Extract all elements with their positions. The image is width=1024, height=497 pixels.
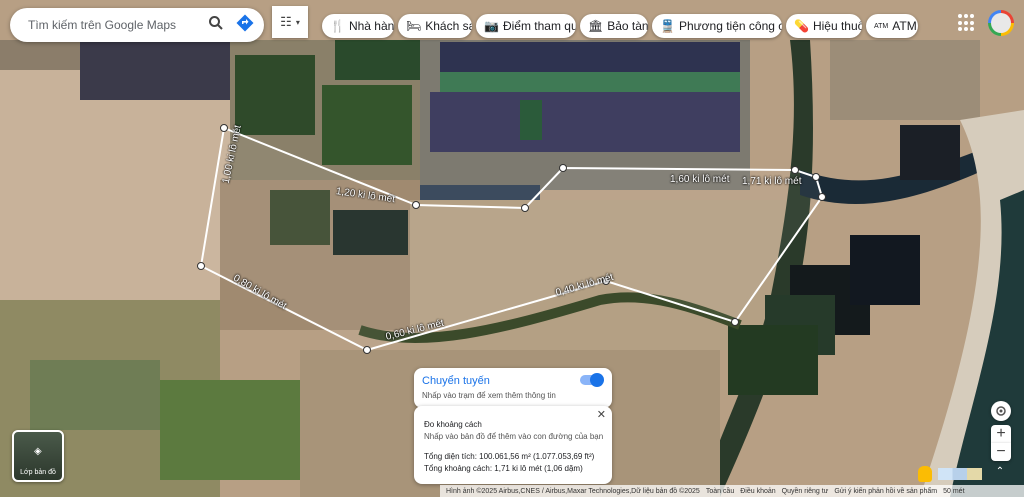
imagery-thumbnails[interactable] — [938, 468, 982, 480]
search-box[interactable] — [10, 8, 264, 42]
avatar[interactable] — [988, 10, 1014, 36]
chip-hotels[interactable]: 🛏Khách sạn — [398, 14, 472, 38]
measure-area: Tổng diện tích: 100.061,56 m² (1.077.053… — [424, 452, 595, 461]
crosshair-icon — [996, 406, 1006, 416]
transit-icon: 🚆 — [660, 19, 675, 33]
pharmacy-icon: 💊 — [794, 19, 809, 33]
feedback-link[interactable]: Gửi ý kiến phản hồi về sản phẩm — [834, 488, 937, 495]
scale-bar[interactable]: 50 mét — [943, 488, 964, 495]
chip-label: ATM — [892, 19, 917, 33]
chip-label: Điểm tham quan — [502, 19, 576, 33]
search-icon[interactable] — [208, 15, 224, 36]
layers-button[interactable]: ◈ Lớp bản đồ — [12, 430, 64, 482]
terms-link[interactable]: Điều khoản — [740, 488, 775, 495]
measure-distance-panel: ✕ Đo khoảng cách Nhấp vào bản đồ để thêm… — [414, 406, 612, 484]
apps-icon[interactable] — [958, 14, 976, 32]
my-location-button[interactable] — [991, 401, 1011, 421]
chip-label: Hiệu thuốc — [812, 19, 862, 33]
chip-transit[interactable]: 🚆Phương tiện công cộ... — [652, 14, 782, 38]
chip-label: Khách sạn — [425, 19, 472, 33]
camera-icon: 📷 — [484, 19, 499, 33]
chip-label: Nhà hàng — [348, 19, 394, 33]
chip-restaurants[interactable]: 🍴Nhà hàng — [322, 14, 394, 38]
directions-icon[interactable] — [236, 14, 254, 37]
measure-title: Đo khoảng cách — [424, 420, 482, 429]
pegman-icon[interactable] — [918, 466, 932, 482]
hotel-icon: 🛏 — [406, 19, 422, 33]
chip-label: Bảo tàng — [607, 19, 648, 33]
distance-label: 1,71 ki lô mét — [742, 176, 802, 187]
atm-icon: ATM — [874, 22, 889, 30]
transit-title: Chuyển tuyến — [422, 375, 490, 387]
transit-panel[interactable]: Chuyển tuyến Nhấp vào trạm để xem thêm t… — [414, 368, 612, 408]
chip-museums[interactable]: 🏛Bảo tàng — [580, 14, 648, 38]
chip-pharmacies[interactable]: 💊Hiệu thuốc — [786, 14, 862, 38]
restaurant-icon: 🍴 — [330, 19, 345, 33]
transit-subtitle: Nhấp vào trạm để xem thêm thông tin — [422, 391, 556, 400]
close-icon[interactable]: ✕ — [597, 408, 606, 421]
global-link[interactable]: Toàn cầu — [706, 488, 734, 495]
attribution-bar: Hình ảnh ©2025 Airbus,CNES / Airbus,Maxa… — [440, 485, 1024, 497]
measure-total: Tổng khoảng cách: 1,71 ki lô mét (1,06 d… — [424, 464, 583, 473]
chevron-up-icon[interactable]: ⌃ — [992, 466, 1008, 480]
zoom-out-button[interactable]: − — [991, 443, 1011, 461]
transit-toggle[interactable] — [580, 373, 604, 387]
chip-atm[interactable]: ATM ATM — [866, 14, 918, 38]
search-input[interactable] — [26, 17, 208, 33]
distance-label: 1,60 ki lô mét — [670, 174, 730, 185]
lock-icon: ☷ — [280, 14, 292, 29]
layers-icon: ◈ — [34, 446, 42, 457]
imagery-credit: Hình ảnh ©2025 Airbus,CNES / Airbus,Maxa… — [446, 487, 700, 495]
chip-attractions[interactable]: 📷Điểm tham quan — [476, 14, 576, 38]
layer-toggle-button[interactable]: ☷ ▾ — [272, 6, 308, 38]
layers-label: Lớp bản đồ — [20, 469, 56, 476]
measure-hint: Nhấp vào bản đồ để thêm vào con đường củ… — [424, 432, 604, 441]
chip-label: Phương tiện công cộ... — [678, 19, 782, 33]
privacy-link[interactable]: Quyền riêng tư — [782, 488, 829, 495]
chevron-down-icon: ▾ — [295, 17, 300, 27]
zoom-in-button[interactable]: + — [991, 425, 1011, 443]
museum-icon: 🏛 — [588, 19, 604, 33]
